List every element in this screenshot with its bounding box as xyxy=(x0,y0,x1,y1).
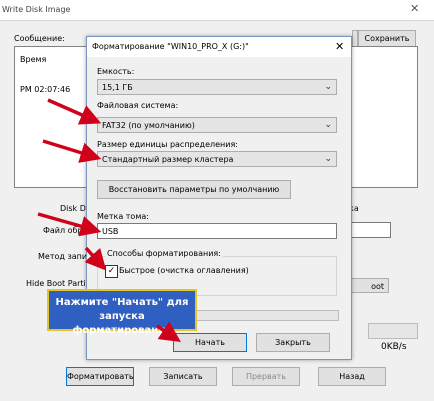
write-method-label: Метод запис xyxy=(38,252,92,261)
image-file-label: Файл обр xyxy=(43,226,83,235)
write-speed: 0KB/s xyxy=(381,342,407,352)
filesystem-dropdown[interactable]: FAT32 (по умолчанию) ⌄ xyxy=(97,117,337,133)
callout-line-2: запуска форматирования xyxy=(72,311,172,336)
capacity-dropdown[interactable]: 15,1 ГБ ⌄ xyxy=(97,79,337,95)
filesystem-label: Файловая система: xyxy=(97,101,179,110)
dialog-title: Форматирование "WIN10_PRO_X (G:)" xyxy=(92,42,249,51)
background-close-icon[interactable]: ✕ xyxy=(410,2,419,15)
callout-line-1: Нажмите "Начать" для xyxy=(55,297,189,308)
message-label: Сообщение: xyxy=(14,34,65,43)
background-titlebar: Write Disk Image ✕ xyxy=(0,0,434,21)
close-button[interactable]: Закрыть xyxy=(256,333,330,352)
chevron-down-icon: ⌄ xyxy=(324,120,332,130)
allocation-unit-label: Размер единицы распределения: xyxy=(97,140,238,149)
capacity-label: Емкость: xyxy=(97,67,135,76)
write-progress-bar xyxy=(368,323,418,339)
save-button[interactable]: Сохранить xyxy=(358,30,416,47)
dialog-titlebar: Форматирование "WIN10_PRO_X (G:)" ✕ xyxy=(87,37,351,57)
quick-format-label[interactable]: Быстрое (очистка оглавления) xyxy=(119,266,249,275)
allocation-unit-value: Стандартный размер кластера xyxy=(102,155,234,164)
chevron-down-icon: ⌄ xyxy=(324,82,332,92)
log-time-entry: PM 02:07:46 xyxy=(20,85,71,94)
background-window-title: Write Disk Image xyxy=(2,5,71,14)
format-button[interactable]: Форматировать xyxy=(66,367,134,386)
restore-defaults-button[interactable]: Восстановить параметры по умолчанию xyxy=(97,180,291,199)
dialog-close-icon[interactable]: ✕ xyxy=(335,40,344,53)
log-time-header: Время xyxy=(20,55,47,64)
capacity-value: 15,1 ГБ xyxy=(102,83,133,92)
quick-format-checkbox[interactable]: ✓ xyxy=(105,265,118,278)
volume-label-input[interactable]: USB xyxy=(97,223,337,239)
filesystem-value: FAT32 (по умолчанию) xyxy=(102,121,195,130)
volume-label-label: Метка тома: xyxy=(97,212,149,221)
format-methods-label: Способы форматирования: xyxy=(105,249,223,258)
chevron-down-icon: ⌄ xyxy=(324,154,332,164)
back-button[interactable]: Назад xyxy=(318,367,386,386)
abort-button[interactable]: Прервать xyxy=(232,367,300,386)
write-button[interactable]: Записать xyxy=(149,367,217,386)
allocation-unit-dropdown[interactable]: Стандартный размер кластера ⌄ xyxy=(97,151,337,167)
instruction-callout: Нажмите "Начать" для запуска форматирова… xyxy=(47,289,197,336)
